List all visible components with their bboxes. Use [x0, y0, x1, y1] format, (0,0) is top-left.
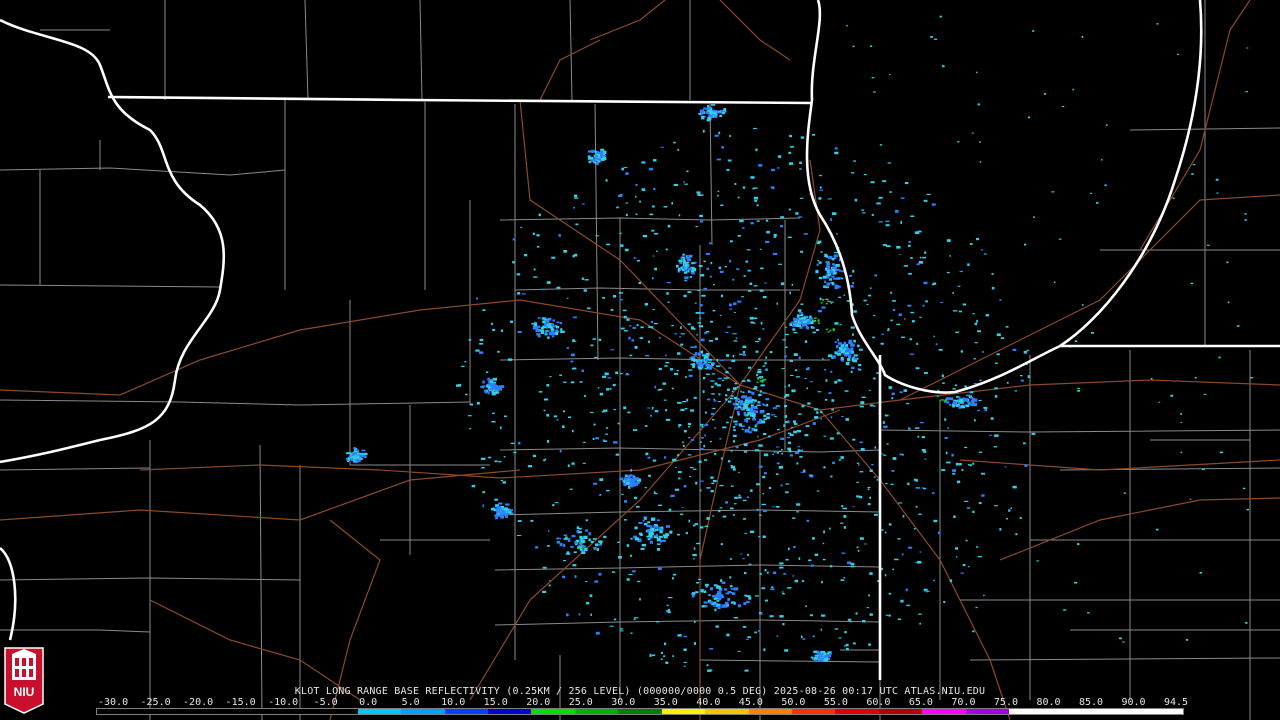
- colorbar-segment: [661, 709, 706, 714]
- legend-tick-label: 45.0: [738, 697, 763, 708]
- colorbar-segment: [1096, 709, 1140, 714]
- county-border: [419, 0, 423, 101]
- legend-tick-label: 75.0: [993, 697, 1018, 708]
- radar-map: [0, 0, 1280, 720]
- state-border: [805, 0, 1061, 394]
- legend-tick-label: 40.0: [696, 697, 721, 708]
- colorbar-segment: [1009, 709, 1053, 714]
- county-border: [709, 103, 713, 246]
- legend-tick-label: 35.0: [653, 697, 678, 708]
- highways: [0, 0, 1280, 720]
- legend-tick-label: 30.0: [611, 697, 636, 708]
- state-borders: [0, 0, 1280, 680]
- colorbar-segment: [1052, 709, 1097, 714]
- colorbar-segment: [531, 709, 575, 714]
- legend-tick-label: -15.0: [225, 697, 256, 708]
- legend-tick-label: 65.0: [908, 697, 933, 708]
- legend-tick-label: 90.0: [1121, 697, 1146, 708]
- legend-tick-label: 20.0: [526, 697, 551, 708]
- radar-map-view: NIU KLOT LONG RANGE BASE REFLECTIVITY (0…: [0, 0, 1280, 720]
- highway: [819, 379, 1280, 411]
- legend-tick-label: -25.0: [140, 697, 171, 708]
- legend-tick-label: 80.0: [1036, 697, 1061, 708]
- colorbar-segment: [705, 709, 749, 714]
- legend-tick-label: 55.0: [823, 697, 848, 708]
- state-border: [0, 546, 17, 641]
- county-border: [699, 659, 881, 663]
- county-border: [494, 509, 881, 516]
- legend-tick-label: 5.0: [401, 697, 420, 708]
- county-border: [259, 444, 263, 720]
- highway: [739, 159, 821, 386]
- legend-tick-label: 85.0: [1078, 697, 1104, 708]
- colorbar-segment: [183, 709, 228, 714]
- legend-tick-labels: -30.0 -25.0 -20.0 -15.0 -10.0 -5.0 0.0 5.0 10.0 1…: [0, 697, 1280, 708]
- product-caption: KLOT LONG RANGE BASE REFLECTIVITY (0.25K…: [294, 686, 986, 697]
- colorbar-segment: [97, 709, 141, 714]
- legend-tick-label: 0.0: [359, 697, 378, 708]
- legend-tick-label: -20.0: [183, 697, 214, 708]
- legend-tick-label: 10.0: [441, 697, 466, 708]
- legend-tick-label: -5.0: [313, 697, 338, 708]
- highway: [819, 409, 1011, 720]
- legend-tick-label: 15.0: [483, 697, 508, 708]
- colorbar-segment: [140, 709, 184, 714]
- colorbar-segment: [270, 709, 315, 714]
- highway: [519, 99, 741, 386]
- highway: [1139, 0, 1251, 251]
- county-border: [0, 629, 151, 633]
- county-borders: [0, 0, 1280, 720]
- county-border: [499, 357, 830, 361]
- county-border: [569, 0, 573, 101]
- county-border: [499, 217, 801, 221]
- colorbar-segment: [574, 709, 619, 714]
- radar-echoes: [346, 15, 1254, 672]
- colorbar-segment: [618, 709, 662, 714]
- colorbar-segment: [835, 709, 879, 714]
- legend-tick-label: 50.0: [781, 697, 806, 708]
- colorbar-segment: [227, 709, 271, 714]
- colorbar-segment: [1139, 709, 1183, 714]
- county-border: [0, 284, 221, 288]
- highway: [719, 0, 791, 61]
- legend-tick-label: 70.0: [951, 697, 976, 708]
- county-border: [494, 564, 881, 571]
- county-border: [594, 103, 599, 361]
- legend-tick-label: -30.0: [98, 697, 129, 708]
- state-border: [0, 18, 226, 464]
- highway: [999, 497, 1280, 561]
- colorbar-segment: [792, 709, 836, 714]
- highway: [589, 0, 666, 41]
- highway: [899, 194, 1280, 401]
- reflectivity-colorbar: [96, 708, 1184, 715]
- colorbar-segment: [922, 709, 966, 714]
- colorbar-segment: [314, 709, 358, 714]
- colorbar-segment: [748, 709, 792, 714]
- highway: [149, 599, 361, 701]
- county-border: [0, 399, 471, 406]
- legend-tick-label: 94.5: [1164, 697, 1189, 708]
- state-border: [107, 95, 813, 105]
- county-border: [0, 167, 286, 176]
- legend-tick-label: -10.0: [268, 697, 299, 708]
- state-border: [1059, 0, 1203, 348]
- legend-tick-label: 60.0: [866, 697, 891, 708]
- colorbar-segment: [487, 709, 532, 714]
- colorbar-segment: [444, 709, 488, 714]
- highway: [539, 39, 601, 101]
- legend-tick-label: 25.0: [568, 697, 593, 708]
- county-border: [969, 657, 1280, 661]
- county-border: [304, 0, 309, 101]
- county-border: [499, 447, 881, 453]
- county-border: [0, 467, 151, 471]
- colorbar-segment: [401, 709, 445, 714]
- colorbar-segment: [965, 709, 1010, 714]
- colorbar-segment: [357, 709, 402, 714]
- colorbar-segment: [878, 709, 923, 714]
- county-border: [494, 619, 881, 626]
